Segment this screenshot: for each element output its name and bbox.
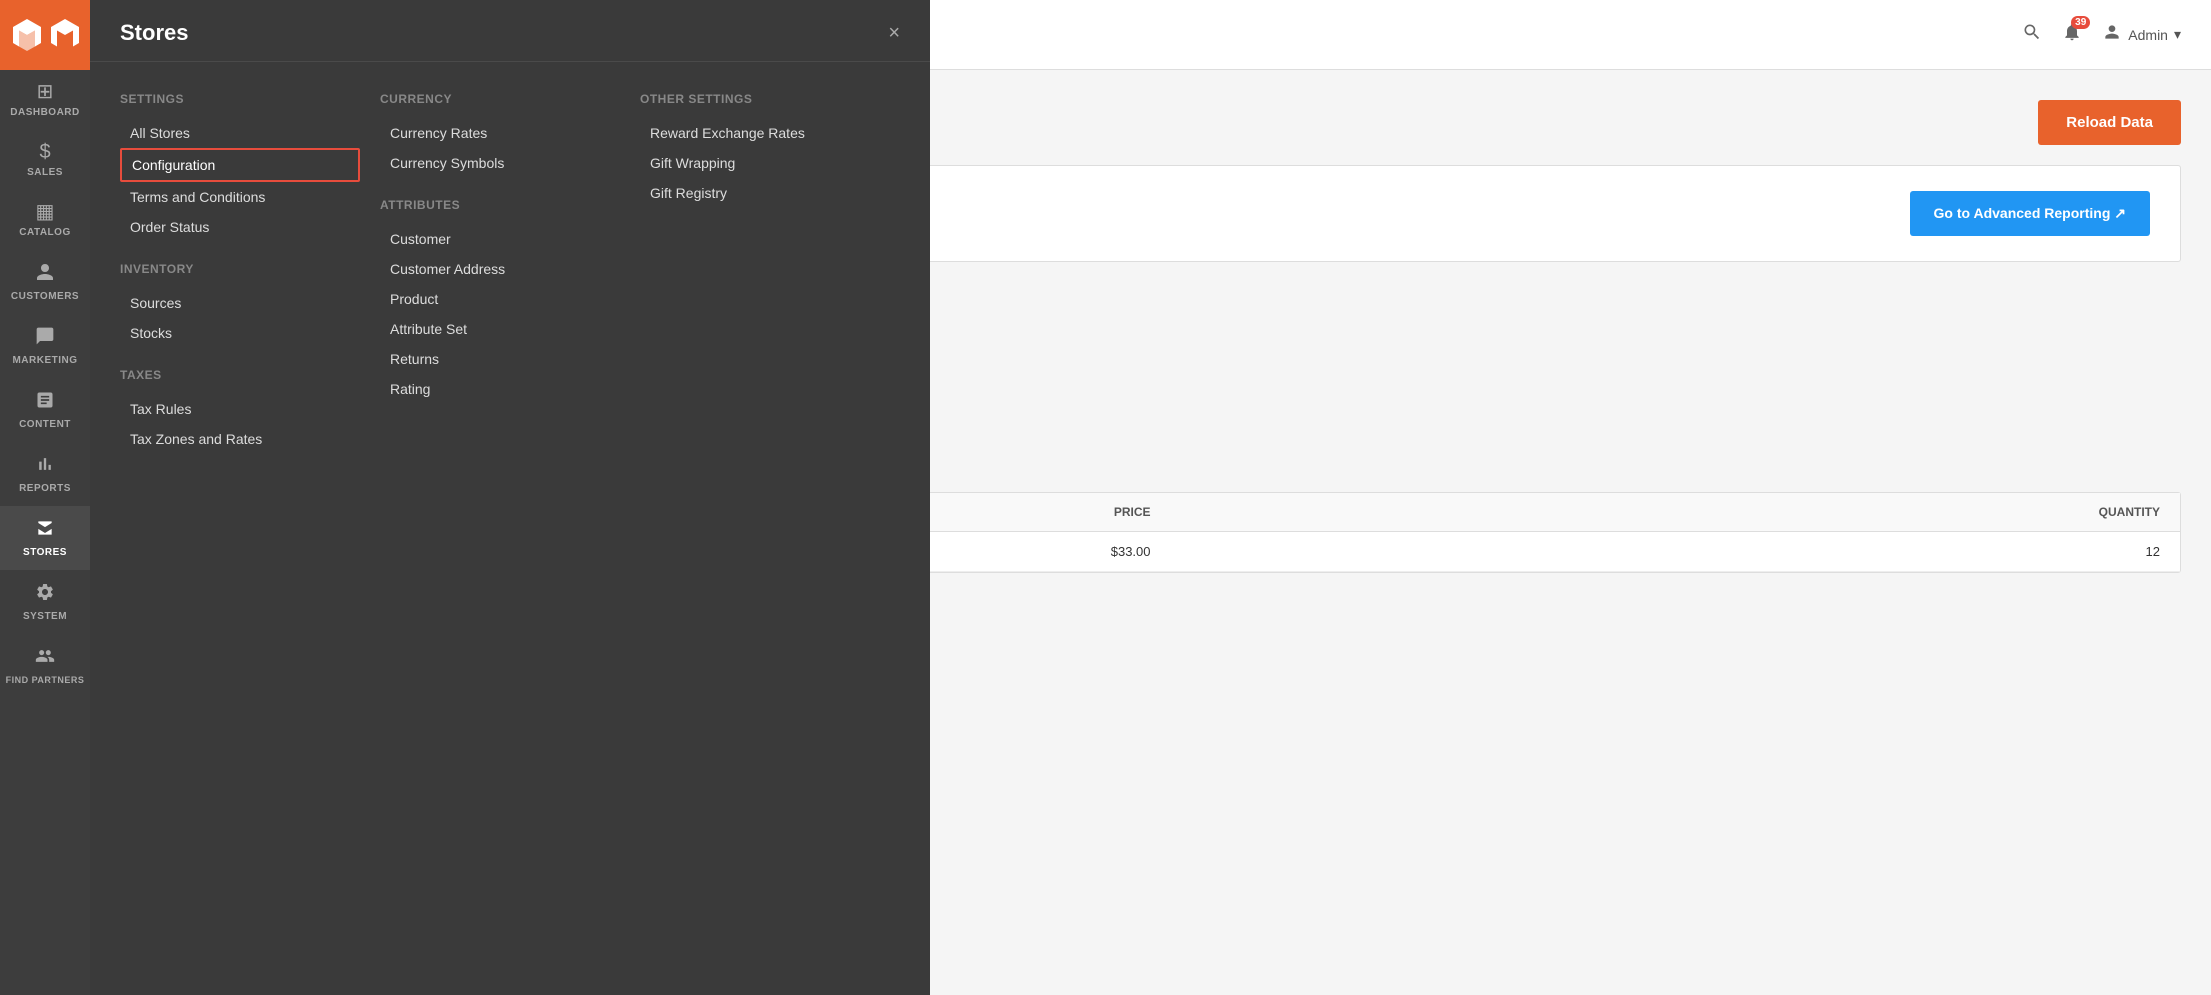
dashboard-icon: ⊞ — [37, 82, 54, 102]
magento-m-icon — [47, 17, 83, 53]
notification-badge: 39 — [2071, 16, 2090, 29]
sidebar-item-content[interactable]: CONTENT — [0, 378, 90, 442]
inventory-section-title: Inventory — [120, 262, 360, 276]
stores-icon — [35, 518, 55, 542]
menu-item-customer-address[interactable]: Customer Address — [380, 254, 620, 284]
sidebar-item-reports-label: REPORTS — [19, 483, 71, 494]
notification-bell[interactable]: 39 — [2062, 22, 2082, 47]
sidebar-item-stores-label: STORES — [23, 547, 67, 558]
reports-icon — [35, 454, 55, 478]
modal-column-1: Settings All Stores Configuration Terms … — [120, 82, 380, 975]
sidebar-item-content-label: CONTENT — [19, 419, 71, 430]
menu-item-all-stores[interactable]: All Stores — [120, 118, 360, 148]
modal-column-3: Other Settings Reward Exchange Rates Gif… — [640, 82, 900, 975]
user-dropdown-icon: ▾ — [2174, 26, 2181, 43]
sidebar-item-find-partners-label: FIND PARTNERS — [6, 675, 85, 685]
menu-item-stocks[interactable]: Stocks — [120, 318, 360, 348]
menu-item-configuration[interactable]: Configuration — [120, 148, 360, 182]
user-avatar-icon — [2102, 22, 2122, 47]
sidebar-item-marketing[interactable]: MARKETING — [0, 314, 90, 378]
sidebar-item-reports[interactable]: REPORTS — [0, 442, 90, 506]
menu-item-sources[interactable]: Sources — [120, 288, 360, 318]
sidebar-item-dashboard[interactable]: ⊞ DASHBOARD — [0, 70, 90, 130]
taxes-section-title: Taxes — [120, 368, 360, 382]
modal-title: Stores — [120, 20, 188, 46]
modal-header: Stores × — [90, 0, 930, 62]
sidebar-item-system-label: SYSTEM — [23, 611, 67, 622]
menu-item-tax-rules[interactable]: Tax Rules — [120, 394, 360, 424]
catalog-icon: ▦ — [36, 202, 55, 222]
menu-item-gift-registry[interactable]: Gift Registry — [640, 178, 880, 208]
search-icon[interactable] — [2022, 22, 2042, 47]
menu-item-product[interactable]: Product — [380, 284, 620, 314]
reload-data-button[interactable]: Reload Data — [2038, 100, 2181, 145]
other-settings-section-title: Other Settings — [640, 92, 880, 106]
sidebar-item-system[interactable]: SYSTEM — [0, 570, 90, 634]
menu-item-currency-symbols[interactable]: Currency Symbols — [380, 148, 620, 178]
attributes-section-title: Attributes — [380, 198, 620, 212]
sidebar-item-catalog[interactable]: ▦ CATALOG — [0, 190, 90, 250]
sidebar-item-sales-label: SALES — [27, 167, 63, 178]
menu-item-reward-exchange-rates[interactable]: Reward Exchange Rates — [640, 118, 880, 148]
marketing-icon — [35, 326, 55, 350]
menu-item-terms-conditions[interactable]: Terms and Conditions — [120, 182, 360, 212]
sales-icon: $ — [39, 142, 50, 162]
table-cell-quantity: 12 — [1151, 544, 2161, 559]
sidebar-item-customers[interactable]: CUSTOMERS — [0, 250, 90, 314]
find-partners-icon — [35, 646, 55, 670]
modal-column-2: Currency Currency Rates Currency Symbols… — [380, 82, 640, 975]
menu-item-order-status[interactable]: Order Status — [120, 212, 360, 242]
menu-item-customer[interactable]: Customer — [380, 224, 620, 254]
table-header-quantity: Quantity — [1151, 505, 2161, 519]
sidebar-item-find-partners[interactable]: FIND PARTNERS — [0, 634, 90, 697]
menu-item-tax-zones-rates[interactable]: Tax Zones and Rates — [120, 424, 360, 454]
sidebar-item-sales[interactable]: $ SALES — [0, 130, 90, 190]
menu-item-rating[interactable]: Rating — [380, 374, 620, 404]
user-menu[interactable]: Admin ▾ — [2102, 22, 2181, 47]
user-name: Admin — [2128, 27, 2168, 43]
menu-item-gift-wrapping[interactable]: Gift Wrapping — [640, 148, 880, 178]
sidebar-item-stores[interactable]: STORES — [0, 506, 90, 570]
menu-item-attribute-set[interactable]: Attribute Set — [380, 314, 620, 344]
sidebar-item-dashboard-label: DASHBOARD — [10, 107, 80, 118]
currency-section-title: Currency — [380, 92, 620, 106]
settings-section-title: Settings — [120, 92, 360, 106]
system-icon — [35, 582, 55, 606]
menu-item-currency-rates[interactable]: Currency Rates — [380, 118, 620, 148]
sidebar-item-customers-label: CUSTOMERS — [11, 291, 79, 302]
advanced-reporting-button[interactable]: Go to Advanced Reporting ↗ — [1910, 191, 2150, 236]
sidebar-item-catalog-label: CATALOG — [19, 227, 70, 238]
magento-logo-icon — [7, 15, 47, 55]
modal-body: Settings All Stores Configuration Terms … — [90, 62, 930, 995]
stores-modal: Stores × Settings All Stores Configurati… — [90, 0, 930, 995]
sidebar-logo — [0, 0, 90, 70]
menu-item-returns[interactable]: Returns — [380, 344, 620, 374]
sidebar-item-marketing-label: MARKETING — [12, 355, 77, 366]
modal-close-button[interactable]: × — [888, 23, 900, 43]
sidebar: ⊞ DASHBOARD $ SALES ▦ CATALOG CUSTOMERS … — [0, 0, 90, 995]
customers-icon — [35, 262, 55, 286]
content-icon — [35, 390, 55, 414]
